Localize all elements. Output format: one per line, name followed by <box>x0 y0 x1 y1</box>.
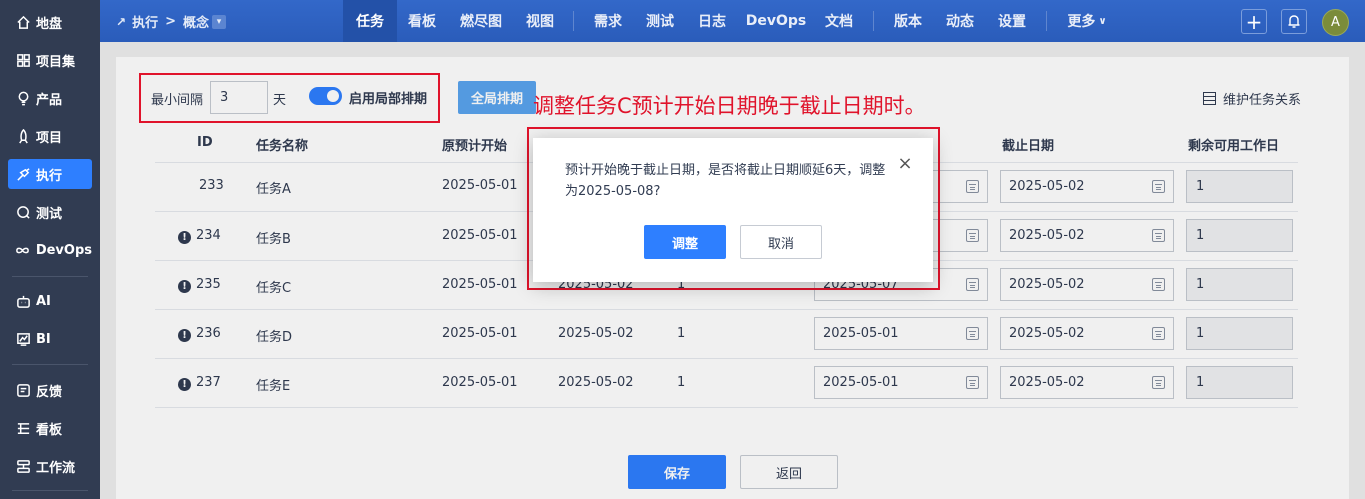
tab-kanban[interactable]: 看板 <box>402 0 442 42</box>
tab-story[interactable]: 需求 <box>588 0 628 42</box>
bell-icon <box>1288 15 1300 28</box>
top-navbar: ↗ 执行 > 概念 ▾ 任务 看板 燃尽图 视图 需求 测试 日志 DevOps… <box>100 0 1365 42</box>
cancel-button[interactable]: 取消 <box>740 225 822 259</box>
tab-view[interactable]: 视图 <box>520 0 560 42</box>
sidebar-item-label: AI <box>36 293 51 309</box>
run-icon: ↗ <box>116 14 127 29</box>
tab-burndown[interactable]: 燃尽图 <box>454 0 508 42</box>
annotation-text: 调整任务C预计开始日期晚于截止日期时。 <box>533 94 926 118</box>
sidebar-item-label: 项目集 <box>36 54 76 70</box>
sidebar-item-test[interactable]: 测试 <box>8 197 92 227</box>
sidebar-divider <box>12 364 88 365</box>
tab-test[interactable]: 测试 <box>640 0 680 42</box>
breadcrumb-item[interactable]: 概念 <box>183 12 209 31</box>
sidebar-divider <box>12 490 88 491</box>
tab-more-label: 更多 <box>1067 14 1096 30</box>
plus-icon: + <box>1245 9 1263 34</box>
notification-button[interactable] <box>1281 9 1307 34</box>
board-icon <box>15 420 31 436</box>
tab-doc[interactable]: 文档 <box>819 0 859 42</box>
workflow-icon <box>15 458 31 474</box>
dialog-message: 预计开始晚于截止日期，是否将截止日期顺延6天，调整为2025-05-08? <box>565 163 886 199</box>
test-icon <box>15 204 31 220</box>
breadcrumb: ↗ 执行 > 概念 ▾ <box>116 12 226 31</box>
avatar[interactable]: A <box>1322 9 1349 36</box>
tab-settings[interactable]: 设置 <box>992 0 1032 42</box>
sidebar-item-workflow[interactable]: 工作流 <box>8 451 92 481</box>
tab-more[interactable]: 更多 ∨ <box>1062 0 1112 42</box>
sidebar-item-ai[interactable]: AI <box>8 286 92 316</box>
sidebar-item-execution[interactable]: 执行 <box>8 159 92 189</box>
sidebar: 地盘 项目集 产品 项目 执行 测试 DevOps AI BI 反馈 看板 工作… <box>0 0 100 499</box>
sidebar-item-label: 产品 <box>36 92 63 108</box>
chevron-down-icon: ∨ <box>1098 15 1107 27</box>
sidebar-item-label: BI <box>36 331 51 347</box>
sidebar-item-label: 地盘 <box>36 16 63 32</box>
add-button[interactable]: + <box>1241 9 1267 34</box>
sidebar-item-label: 执行 <box>36 168 63 184</box>
sidebar-item-home[interactable]: 地盘 <box>8 7 92 37</box>
tab-dynamic[interactable]: 动态 <box>940 0 980 42</box>
nav-separator <box>573 11 574 31</box>
confirm-dialog: 预计开始晚于截止日期，是否将截止日期顺延6天，调整为2025-05-08? × … <box>533 138 933 282</box>
rocket-icon <box>15 128 31 144</box>
adjust-button[interactable]: 调整 <box>644 225 726 259</box>
nav-separator <box>1046 11 1047 31</box>
chevron-down-icon[interactable]: ▾ <box>212 14 226 29</box>
feedback-icon <box>15 382 31 398</box>
home-icon <box>15 14 31 30</box>
tab-log[interactable]: 日志 <box>692 0 732 42</box>
sidebar-item-product[interactable]: 产品 <box>8 83 92 113</box>
nav-separator <box>873 11 874 31</box>
infinity-icon <box>15 242 31 258</box>
sidebar-item-program[interactable]: 项目集 <box>8 45 92 75</box>
robot-icon <box>15 293 31 309</box>
sidebar-item-project[interactable]: 项目 <box>8 121 92 151</box>
bulb-icon <box>15 90 31 106</box>
sidebar-item-label: 看板 <box>36 422 63 438</box>
breadcrumb-section[interactable]: 执行 <box>132 12 158 31</box>
sidebar-item-label: 项目 <box>36 130 63 146</box>
sidebar-item-kanban[interactable]: 看板 <box>8 413 92 443</box>
run-icon <box>15 166 31 182</box>
sidebar-item-feedback[interactable]: 反馈 <box>8 375 92 405</box>
tab-release[interactable]: 版本 <box>888 0 928 42</box>
tab-devops[interactable]: DevOps <box>744 0 808 42</box>
sidebar-divider <box>12 276 88 277</box>
sidebar-item-label: 测试 <box>36 206 63 222</box>
tab-task[interactable]: 任务 <box>343 0 397 42</box>
chart-icon <box>15 331 31 347</box>
close-icon[interactable]: × <box>897 155 913 173</box>
sidebar-item-label: 反馈 <box>36 384 63 400</box>
highlight-box <box>139 73 440 123</box>
sidebar-item-label: 工作流 <box>36 460 76 476</box>
breadcrumb-separator: > <box>165 14 176 29</box>
sidebar-item-devops[interactable]: DevOps <box>8 235 92 265</box>
sidebar-item-label: DevOps <box>35 242 92 258</box>
sidebar-item-bi[interactable]: BI <box>8 324 92 354</box>
grid-icon <box>15 52 31 68</box>
